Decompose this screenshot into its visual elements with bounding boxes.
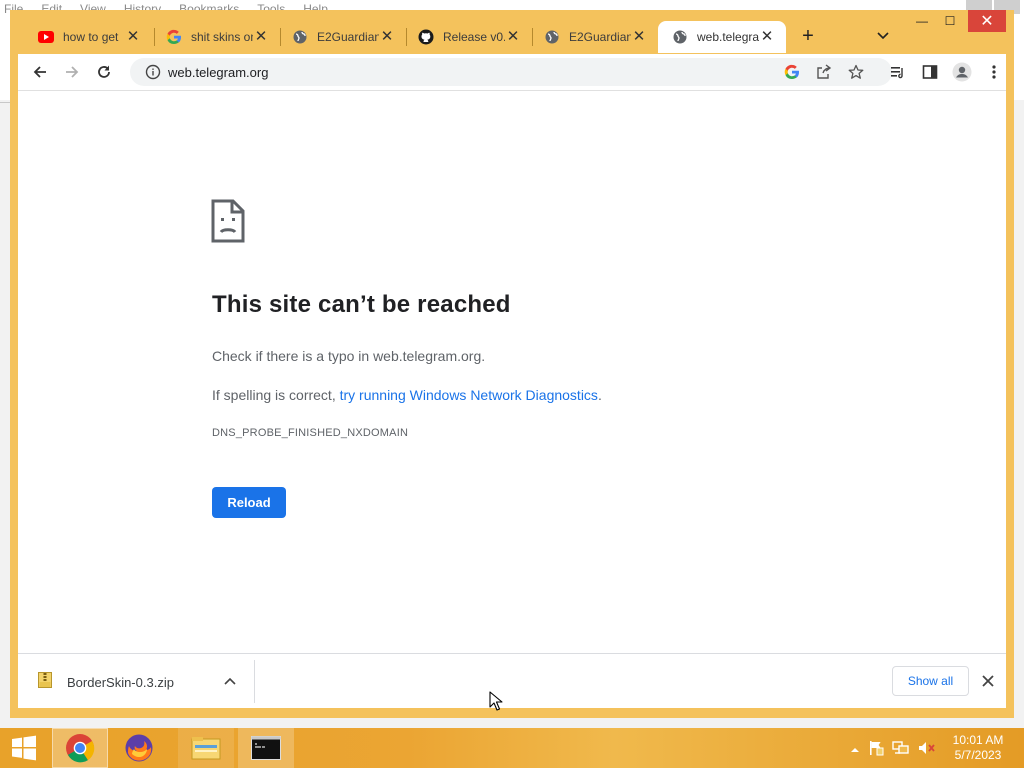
youtube-icon bbox=[38, 29, 54, 45]
reading-list-button[interactable] bbox=[888, 62, 908, 82]
chevron-up-icon[interactable] bbox=[222, 674, 238, 690]
file-explorer-icon bbox=[191, 737, 221, 760]
refresh-icon bbox=[98, 65, 110, 78]
command-prompt-icon bbox=[251, 736, 281, 760]
address-url[interactable]: web.telegram.org bbox=[168, 65, 268, 80]
system-tray bbox=[850, 740, 936, 761]
chrome-icon bbox=[66, 734, 95, 763]
tab-how-to-get[interactable]: how to get ✕ bbox=[24, 21, 152, 53]
page-content: This site can’t be reached Check if ther… bbox=[18, 90, 1006, 653]
error-suggestion: If spelling is correct, try running Wind… bbox=[212, 387, 602, 403]
forward-arrow-icon bbox=[66, 66, 79, 78]
tab-e2guardian-1[interactable]: E2Guardian ✕ bbox=[278, 21, 406, 53]
forward-button[interactable] bbox=[62, 62, 82, 82]
more-vertical-icon bbox=[992, 65, 996, 79]
tab-close-icon[interactable]: ✕ bbox=[760, 29, 774, 45]
windows-logo-icon bbox=[12, 735, 36, 761]
command-prompt-taskbar-button[interactable] bbox=[238, 728, 294, 768]
profile-button[interactable] bbox=[952, 62, 972, 82]
error-code: DNS_PROBE_FINISHED_NXDOMAIN bbox=[212, 427, 409, 439]
globe-icon bbox=[292, 29, 308, 45]
zip-file-icon bbox=[38, 672, 52, 688]
error-hint: Check if there is a typo in web.telegram… bbox=[212, 348, 486, 364]
network-icon[interactable] bbox=[892, 740, 910, 761]
tab-close-icon[interactable]: ✕ bbox=[126, 29, 140, 45]
google-icon bbox=[166, 29, 182, 45]
tab-web-telegram[interactable]: web.telegram ✕ bbox=[658, 21, 786, 53]
tab-close-icon[interactable]: ✕ bbox=[254, 29, 268, 45]
browser-toolbar: web.telegram.org bbox=[18, 54, 1006, 90]
reload-button[interactable]: Reload bbox=[212, 487, 286, 518]
error-suggestion-prefix: If spelling is correct, bbox=[212, 387, 340, 403]
error-suggestion-suffix: . bbox=[597, 387, 602, 403]
tab-label: shit skins on bbox=[191, 30, 253, 44]
close-downloads-icon[interactable] bbox=[980, 673, 996, 689]
tab-label: E2Guardian bbox=[569, 30, 631, 44]
firefox-taskbar-button[interactable] bbox=[112, 728, 166, 768]
new-tab-button[interactable]: + bbox=[798, 26, 818, 46]
side-panel-button[interactable] bbox=[920, 62, 940, 82]
share-icon[interactable] bbox=[816, 64, 832, 80]
tab-label: E2Guardian bbox=[317, 30, 379, 44]
action-center-flag-icon[interactable] bbox=[868, 740, 884, 761]
clock-date: 5/7/2023 bbox=[954, 748, 1002, 762]
browser-window: how to get ✕ shit skins on ✕ E2Guardian … bbox=[10, 10, 1014, 718]
profile-avatar-icon bbox=[952, 62, 972, 82]
firefox-icon bbox=[125, 734, 153, 762]
back-arrow-icon bbox=[33, 66, 46, 78]
background-divider bbox=[0, 102, 10, 103]
side-panel-icon bbox=[922, 65, 938, 79]
downloads-bar: BorderSkin-0.3.zip Show all bbox=[18, 653, 1006, 708]
clock-time: 10:01 AM bbox=[952, 733, 1004, 747]
menu-button[interactable] bbox=[984, 62, 1004, 82]
chrome-taskbar-button[interactable] bbox=[52, 728, 108, 768]
google-lens-icon[interactable] bbox=[784, 64, 800, 80]
globe-icon bbox=[544, 29, 560, 45]
taskbar-clock[interactable]: 10:01 AM 5/7/2023 bbox=[948, 733, 1008, 763]
start-button[interactable] bbox=[0, 728, 48, 768]
github-icon bbox=[418, 29, 434, 45]
tab-strip: how to get ✕ shit skins on ✕ E2Guardian … bbox=[10, 10, 1014, 54]
tab-label: web.telegram bbox=[697, 30, 759, 44]
media-list-icon bbox=[891, 67, 903, 79]
maximize-button[interactable]: ☐ bbox=[938, 10, 962, 32]
download-filename: BorderSkin-0.3.zip bbox=[67, 675, 174, 690]
reload-toolbar-button[interactable] bbox=[94, 62, 114, 82]
tab-close-icon[interactable]: ✕ bbox=[380, 29, 394, 45]
tab-e2guardian-2[interactable]: E2Guardian ✕ bbox=[530, 21, 658, 53]
site-info-icon[interactable] bbox=[145, 64, 161, 80]
tab-shit-skins[interactable]: shit skins on ✕ bbox=[152, 21, 280, 53]
tab-close-icon[interactable]: ✕ bbox=[632, 29, 646, 45]
globe-icon bbox=[672, 29, 688, 45]
show-hidden-icons-chevron-icon[interactable] bbox=[850, 742, 860, 760]
download-item[interactable]: BorderSkin-0.3.zip bbox=[18, 654, 254, 709]
tab-label: Release v0. bbox=[443, 30, 505, 44]
volume-muted-icon[interactable] bbox=[918, 740, 936, 761]
tab-release[interactable]: Release v0. ✕ bbox=[404, 21, 532, 53]
sad-page-icon bbox=[211, 199, 245, 243]
address-bar[interactable]: web.telegram.org bbox=[130, 58, 892, 86]
mouse-pointer-icon bbox=[489, 691, 503, 711]
minimize-button[interactable]: — bbox=[910, 10, 934, 32]
downloads-divider bbox=[254, 660, 255, 703]
show-all-downloads-button[interactable]: Show all bbox=[892, 666, 969, 696]
bookmark-star-icon[interactable] bbox=[848, 64, 864, 80]
network-diagnostics-link[interactable]: try running Windows Network Diagnostics bbox=[340, 387, 598, 403]
tab-close-icon[interactable]: ✕ bbox=[506, 29, 520, 45]
windows-taskbar: 10:01 AM 5/7/2023 bbox=[0, 728, 1024, 768]
close-button[interactable]: ✕ bbox=[968, 10, 1006, 32]
tab-search-chevron-icon[interactable] bbox=[876, 28, 890, 42]
error-title: This site can’t be reached bbox=[212, 291, 511, 318]
tab-label: how to get bbox=[63, 30, 119, 44]
file-explorer-taskbar-button[interactable] bbox=[178, 728, 234, 768]
back-button[interactable] bbox=[30, 62, 50, 82]
